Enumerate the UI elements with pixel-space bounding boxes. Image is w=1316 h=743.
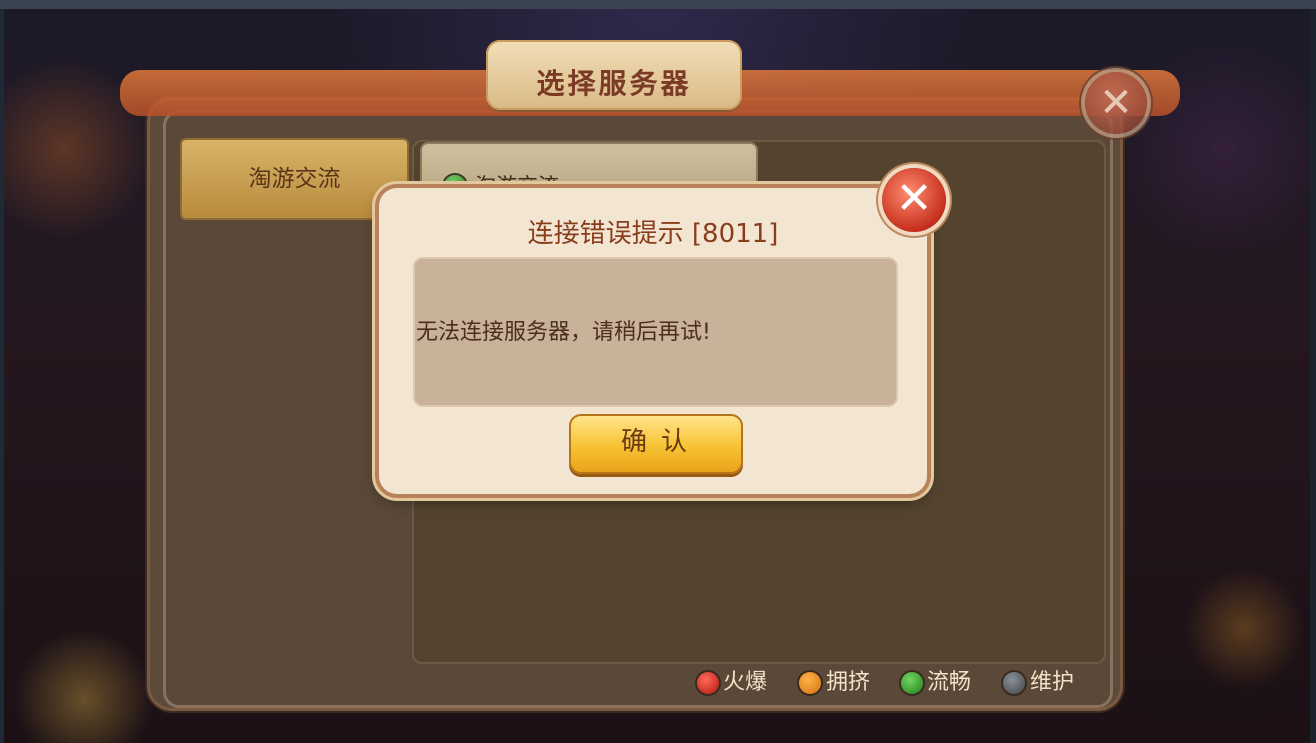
legend-maintenance-icon [1003,672,1025,694]
legend-smooth-icon [901,672,923,694]
tab-server-group[interactable]: 淘游交流 [180,138,409,220]
legend-hot-label: 火爆 [723,670,768,695]
legend-maintenance-label: 维护 [1030,670,1075,695]
window-top-strip [0,0,1316,9]
dialog-close-button[interactable]: ✕ [1085,72,1147,134]
error-message: 无法连接服务器，请稍后再试! [416,320,711,345]
window-right-edge [1310,9,1316,743]
tab-label: 淘游交流 [248,166,341,192]
legend-crowded-label: 拥挤 [826,670,871,695]
legend-hot-icon [697,672,719,694]
close-icon: ✕ [895,173,933,224]
error-dialog-title: 连接错误提示 [8011] [527,219,779,249]
confirm-button-label[interactable]: 确认 [569,414,739,470]
legend-smooth-label: 流畅 [927,670,972,695]
error-dialog-close-button[interactable]: ✕ [882,168,946,232]
legend-crowded-icon [799,672,821,694]
close-icon: ✕ [1099,80,1133,126]
dialog-title: 选择服务器 [536,67,692,100]
